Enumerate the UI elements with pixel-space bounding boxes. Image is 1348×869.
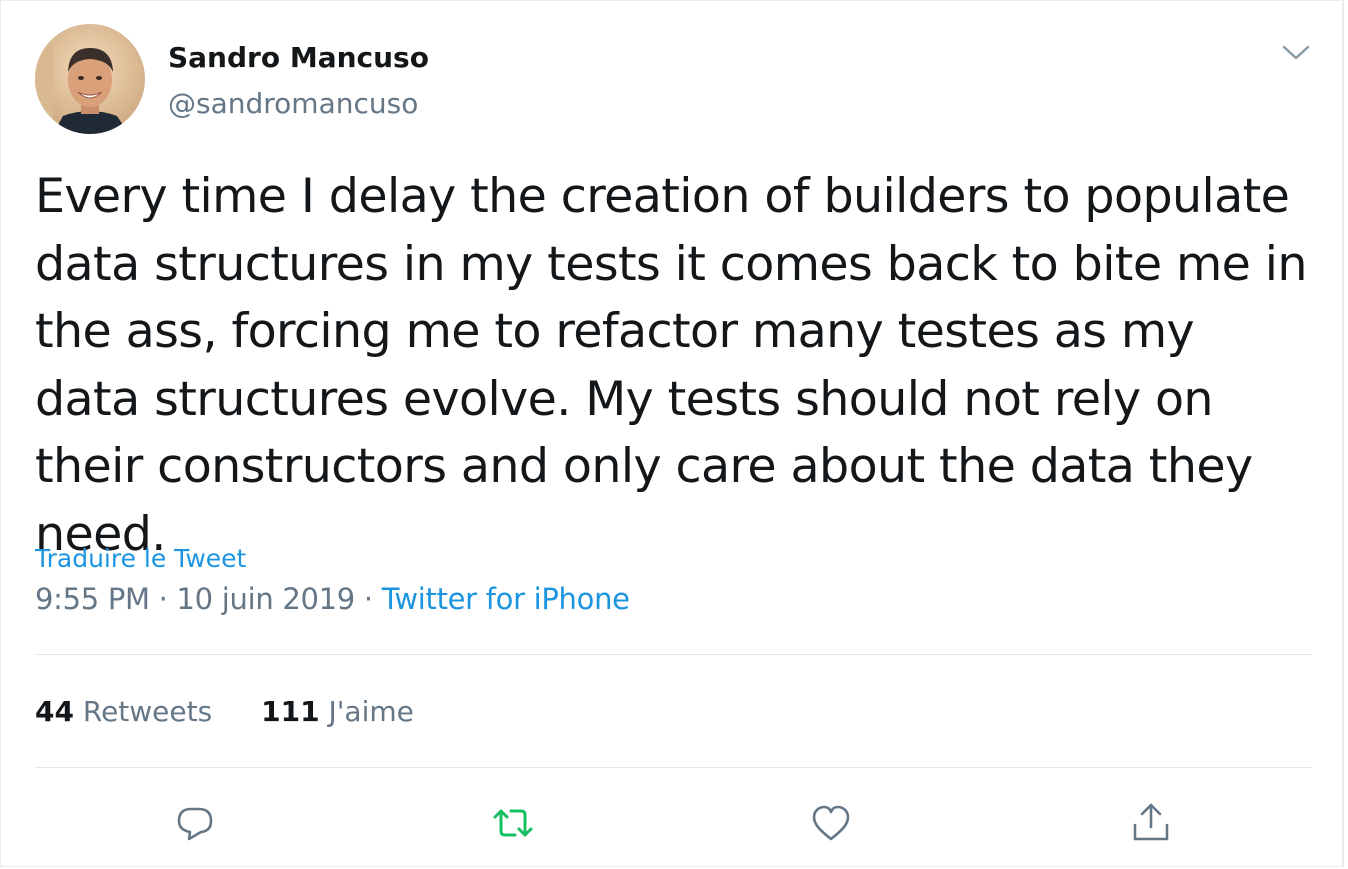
- translate-tweet-link[interactable]: Traduire le Tweet: [35, 544, 246, 573]
- tweet-date[interactable]: 10 juin 2019: [177, 582, 356, 616]
- tweet-metadata: 9:55 PM · 10 juin 2019 · Twitter for iPh…: [35, 582, 630, 616]
- display-name[interactable]: Sandro Mancuso: [168, 41, 429, 74]
- like-button[interactable]: [809, 801, 853, 845]
- retweet-icon: [493, 809, 533, 837]
- reply-icon: [177, 807, 213, 841]
- retweets-label: Retweets: [82, 695, 213, 728]
- user-handle[interactable]: @sandromancuso: [168, 87, 418, 120]
- meta-separator: ·: [158, 582, 168, 616]
- tweet-time[interactable]: 9:55 PM: [35, 582, 150, 616]
- retweets-stat[interactable]: 44 Retweets: [35, 695, 212, 728]
- share-icon: [1133, 803, 1169, 841]
- retweets-count: 44: [35, 695, 74, 728]
- reply-button[interactable]: [173, 801, 217, 845]
- divider: [35, 654, 1312, 655]
- avatar[interactable]: [35, 24, 145, 134]
- engagement-stats: 44 Retweets 111 J'aime: [35, 695, 414, 728]
- chevron-down-icon[interactable]: [1281, 41, 1311, 63]
- share-button[interactable]: [1129, 801, 1173, 845]
- likes-count: 111: [261, 695, 320, 728]
- likes-stat[interactable]: 111 J'aime: [261, 695, 414, 728]
- tweet-text: Every time I delay the creation of build…: [35, 169, 1307, 562]
- heart-icon: [812, 805, 850, 841]
- divider: [35, 767, 1312, 768]
- retweet-button[interactable]: [491, 801, 535, 845]
- tweet-card: Sandro Mancuso @sandromancuso Every time…: [0, 0, 1344, 867]
- likes-label: J'aime: [328, 695, 414, 728]
- meta-separator: ·: [363, 582, 373, 616]
- tweet-source-link[interactable]: Twitter for iPhone: [382, 582, 630, 616]
